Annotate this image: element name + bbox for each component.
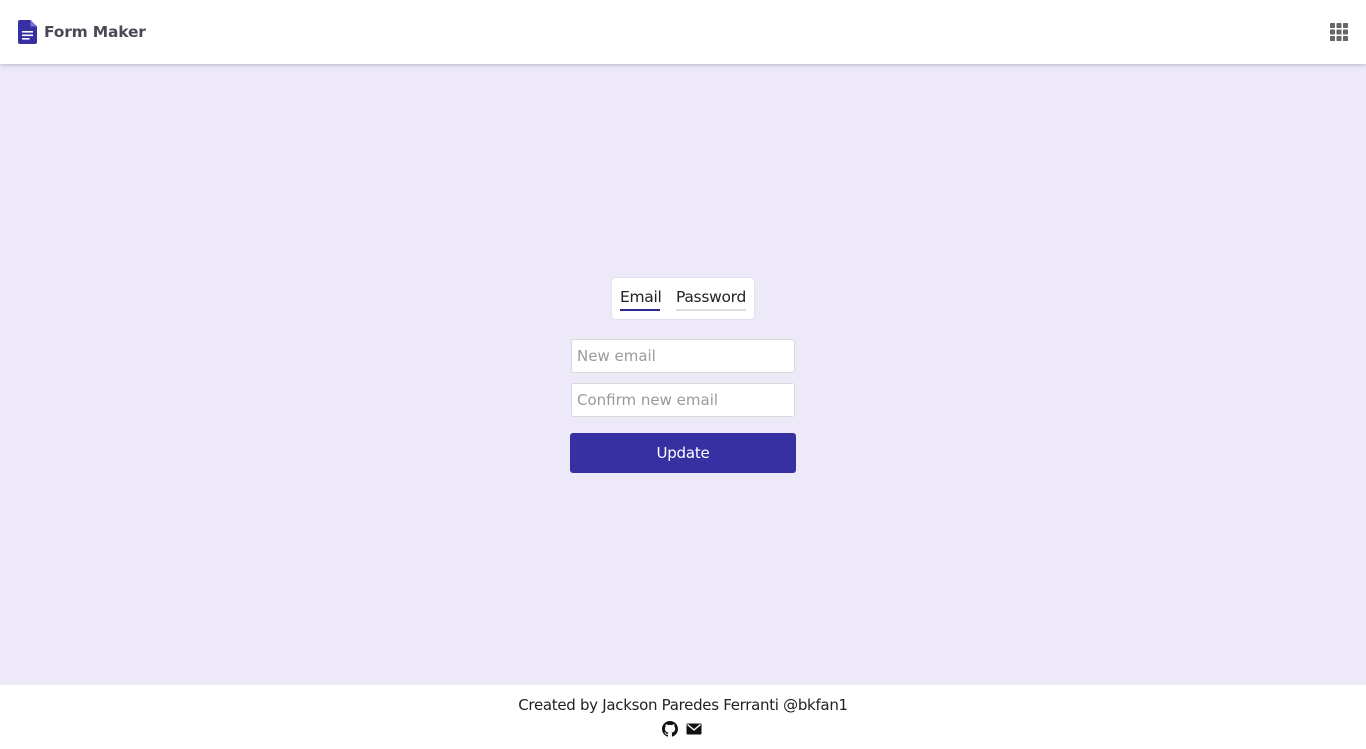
tab-password-underline xyxy=(676,309,746,311)
document-icon xyxy=(18,20,37,44)
confirm-email-input[interactable] xyxy=(571,383,795,417)
update-button[interactable]: Update xyxy=(570,433,796,473)
github-icon[interactable] xyxy=(662,721,678,737)
main-content: Email Password Update xyxy=(0,64,1366,685)
top-bar: Form Maker xyxy=(0,0,1366,64)
tab-email-underline xyxy=(620,309,660,311)
footer-credit: Created by Jackson Paredes Ferranti @bkf… xyxy=(518,696,848,714)
settings-tabs: Email Password xyxy=(611,277,755,320)
brand-link[interactable]: Form Maker xyxy=(18,20,146,44)
footer: Created by Jackson Paredes Ferranti @bkf… xyxy=(0,685,1366,749)
new-email-input[interactable] xyxy=(571,339,795,373)
brand-title: Form Maker xyxy=(44,23,146,41)
apps-grid-icon[interactable] xyxy=(1330,23,1348,41)
footer-links xyxy=(662,721,702,737)
mail-icon[interactable] xyxy=(686,721,702,737)
